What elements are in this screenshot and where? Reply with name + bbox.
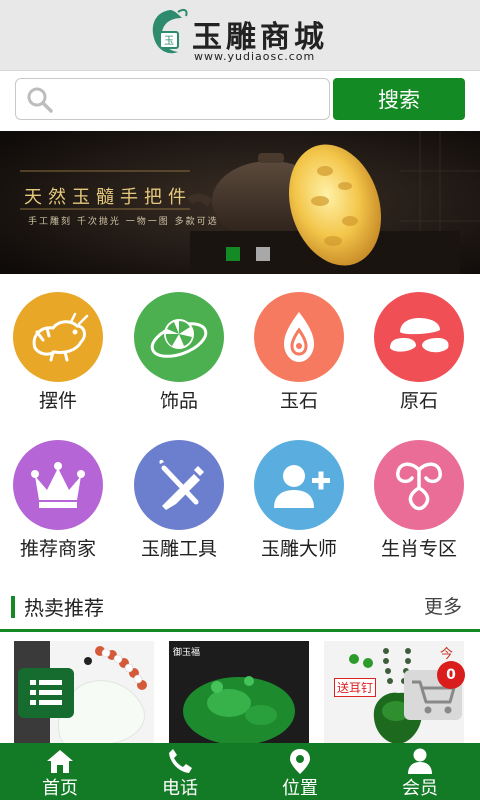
logo-emblem-icon: 玉 [152, 8, 188, 54]
nav-label: 电话 [162, 778, 198, 799]
category-raw-stone[interactable]: 原石 [364, 292, 474, 432]
cart-tag: 今 [440, 647, 454, 662]
category-decorations[interactable]: 摆件 [3, 292, 113, 432]
pendant-icon [134, 292, 224, 382]
list-menu-icon [30, 680, 62, 705]
member-icon [408, 748, 432, 774]
nav-label: 会员 [402, 778, 438, 799]
search-icon [26, 86, 54, 118]
nav-home[interactable]: 首页 [0, 743, 120, 800]
category-masters[interactable]: 玉雕大师 [244, 440, 354, 580]
category-label: 摆件 [38, 390, 77, 412]
category-label: 生肖专区 [380, 538, 457, 560]
crown-icon [13, 440, 103, 530]
logo-url: www.yudiaosc.com [194, 50, 316, 63]
section-divider [0, 629, 480, 632]
phone-icon [169, 749, 192, 773]
section-title: 热卖推荐 [24, 596, 104, 620]
banner-subtitle: 手工雕刻 千次抛光 一物一图 多款可选 [28, 217, 219, 227]
zodiac-icon [374, 440, 464, 530]
category-label: 原石 [399, 390, 438, 412]
banner-title: 天然玉髓手把件 [24, 187, 192, 208]
home-icon [47, 750, 73, 773]
nav-label: 首页 [42, 778, 78, 799]
product-card[interactable]: 御玉福 [169, 641, 309, 744]
category-label: 玉雕工具 [140, 538, 217, 560]
dragon-icon [13, 292, 103, 382]
search-button[interactable]: 搜索 [333, 78, 465, 120]
search-input[interactable] [64, 85, 323, 115]
more-link[interactable]: 更多 [424, 592, 462, 619]
category-label: 推荐商家 [19, 538, 96, 560]
raw-stone-icon [374, 292, 464, 382]
carousel-dot-active[interactable] [226, 247, 240, 261]
cart-count-badge: 0 [437, 661, 465, 689]
category-label: 玉石 [279, 390, 318, 412]
product-caption: 御玉福 [173, 648, 201, 658]
category-jade[interactable]: 玉石 [244, 292, 354, 432]
add-user-icon [254, 440, 344, 530]
search-box [15, 78, 330, 120]
carousel-dot[interactable] [256, 247, 270, 261]
menu-button[interactable] [18, 668, 74, 718]
section-accent-bar [11, 596, 15, 618]
category-label: 饰品 [159, 390, 198, 412]
category-recommended-merchants[interactable]: 推荐商家 [3, 440, 113, 580]
nav-member[interactable]: 会员 [360, 743, 480, 800]
jade-stone-icon [254, 292, 344, 382]
category-zodiac[interactable]: 生肖专区 [364, 440, 474, 580]
logo[interactable]: 玉 玉雕商城 www.yudiaosc.com [148, 6, 348, 66]
bottom-nav: 首页 电话 位置 会员 [0, 743, 480, 800]
svg-text:玉: 玉 [164, 36, 174, 47]
category-carving-tools[interactable]: 玉雕工具 [124, 440, 234, 580]
nav-location[interactable]: 位置 [240, 743, 360, 800]
nav-phone[interactable]: 电话 [120, 743, 240, 800]
category-jewelry[interactable]: 饰品 [124, 292, 234, 432]
tools-icon [134, 440, 224, 530]
nav-label: 位置 [282, 778, 318, 799]
promo-banner[interactable]: 天然玉髓手把件 手工雕刻 千次抛光 一物一图 多款可选 [0, 131, 480, 274]
app-header: 玉 玉雕商城 www.yudiaosc.com [0, 0, 480, 71]
category-label: 玉雕大师 [260, 538, 337, 560]
location-pin-icon [290, 749, 310, 774]
product-caption: 送耳钉 [334, 678, 377, 697]
